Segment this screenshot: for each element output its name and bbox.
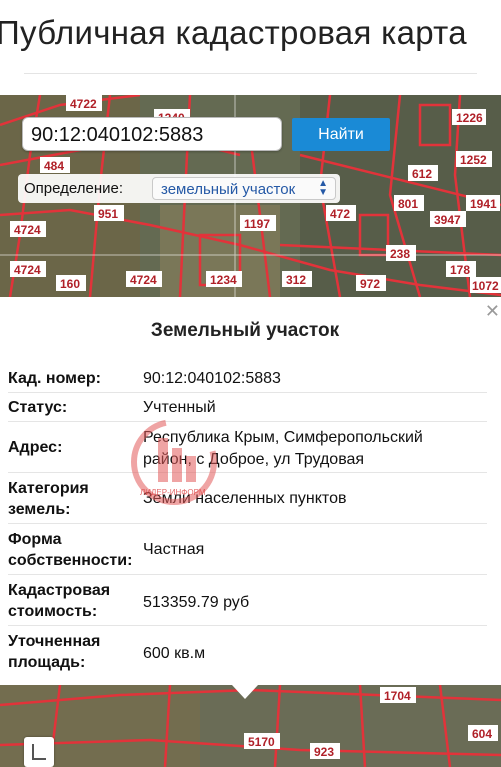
svg-text:1941: 1941 [470,197,497,211]
svg-text:1252: 1252 [460,153,487,167]
svg-text:4724: 4724 [14,263,41,277]
row-divider [8,392,487,393]
svg-text:3947: 3947 [434,213,461,227]
definition-select-value: земельный участок [161,181,296,198]
watermark-text: ЛИДЕР-ИНФОРМ [140,488,206,497]
find-button[interactable]: Найти [292,118,390,151]
row-value: 600 кв.м [143,645,206,662]
ruler-icon [32,744,46,760]
svg-text:238: 238 [390,247,410,261]
svg-text:604: 604 [472,727,492,741]
row-label-line2: площадь: [8,654,86,671]
row-value-line1: Республика Крым, Симферопольский [143,429,423,446]
measure-button[interactable] [24,737,54,767]
row-label: Кад. номер: [8,370,101,387]
svg-text:484: 484 [44,159,64,173]
definition-label: Определение: [24,180,124,197]
row-label: Адрес: [8,439,63,456]
svg-text:1234: 1234 [210,273,237,287]
row-label: Статус: [8,399,68,416]
svg-text:801: 801 [398,197,418,211]
row-divider [8,625,487,626]
svg-text:612: 612 [412,167,432,181]
row-label-line2: земель: [8,501,71,518]
select-arrows-icon: ▲ ▼ [318,178,328,198]
row-label-line1: Кадастровая [8,582,111,599]
svg-text:1072: 1072 [472,279,499,293]
definition-panel: Определение: земельный участок ▲ ▼ [18,174,340,203]
card-pointer [232,685,258,699]
title-divider [24,73,477,74]
card-title: Земельный участок [150,320,340,341]
svg-text:312: 312 [286,273,306,287]
row-label-line1: Форма [8,531,62,548]
row-divider [8,574,487,575]
row-divider [8,472,487,473]
svg-text:4724: 4724 [130,273,157,287]
cadastral-number-input[interactable]: 90:12:040102:5883 [22,117,282,151]
svg-text:1704: 1704 [384,689,411,703]
row-value: 513359.79 руб [143,594,250,611]
svg-text:1226: 1226 [456,111,483,125]
row-label-line2: стоимость: [8,603,98,620]
svg-text:972: 972 [360,277,380,291]
svg-text:4722: 4722 [70,97,97,111]
row-value-line2: район, с Доброе, ул Трудовая [143,451,365,468]
svg-text:1197: 1197 [244,217,270,231]
row-divider [8,421,487,422]
row-value: 90:12:040102:5883 [143,370,281,387]
row-value: Частная [143,541,205,558]
row-divider [8,523,487,524]
parcel-info-card: ✕ Земельный участок Кад. номер: 90:12:04… [0,298,501,685]
row-label-line1: Категория [8,480,89,497]
page-title: Публичная кадастровая карта [0,14,467,51]
svg-text:951: 951 [98,207,118,221]
row-label-line2: собственности: [8,552,133,569]
definition-select[interactable]: земельный участок ▲ ▼ [152,177,336,200]
svg-text:160: 160 [60,277,80,291]
svg-text:4724: 4724 [14,223,41,237]
svg-text:472: 472 [330,207,350,221]
close-icon[interactable]: ✕ [485,301,500,322]
svg-text:5170: 5170 [248,735,275,749]
svg-text:178: 178 [450,263,470,277]
row-label-line1: Уточненная [8,633,101,650]
svg-text:923: 923 [314,745,334,759]
row-value: Учтенный [143,399,216,416]
